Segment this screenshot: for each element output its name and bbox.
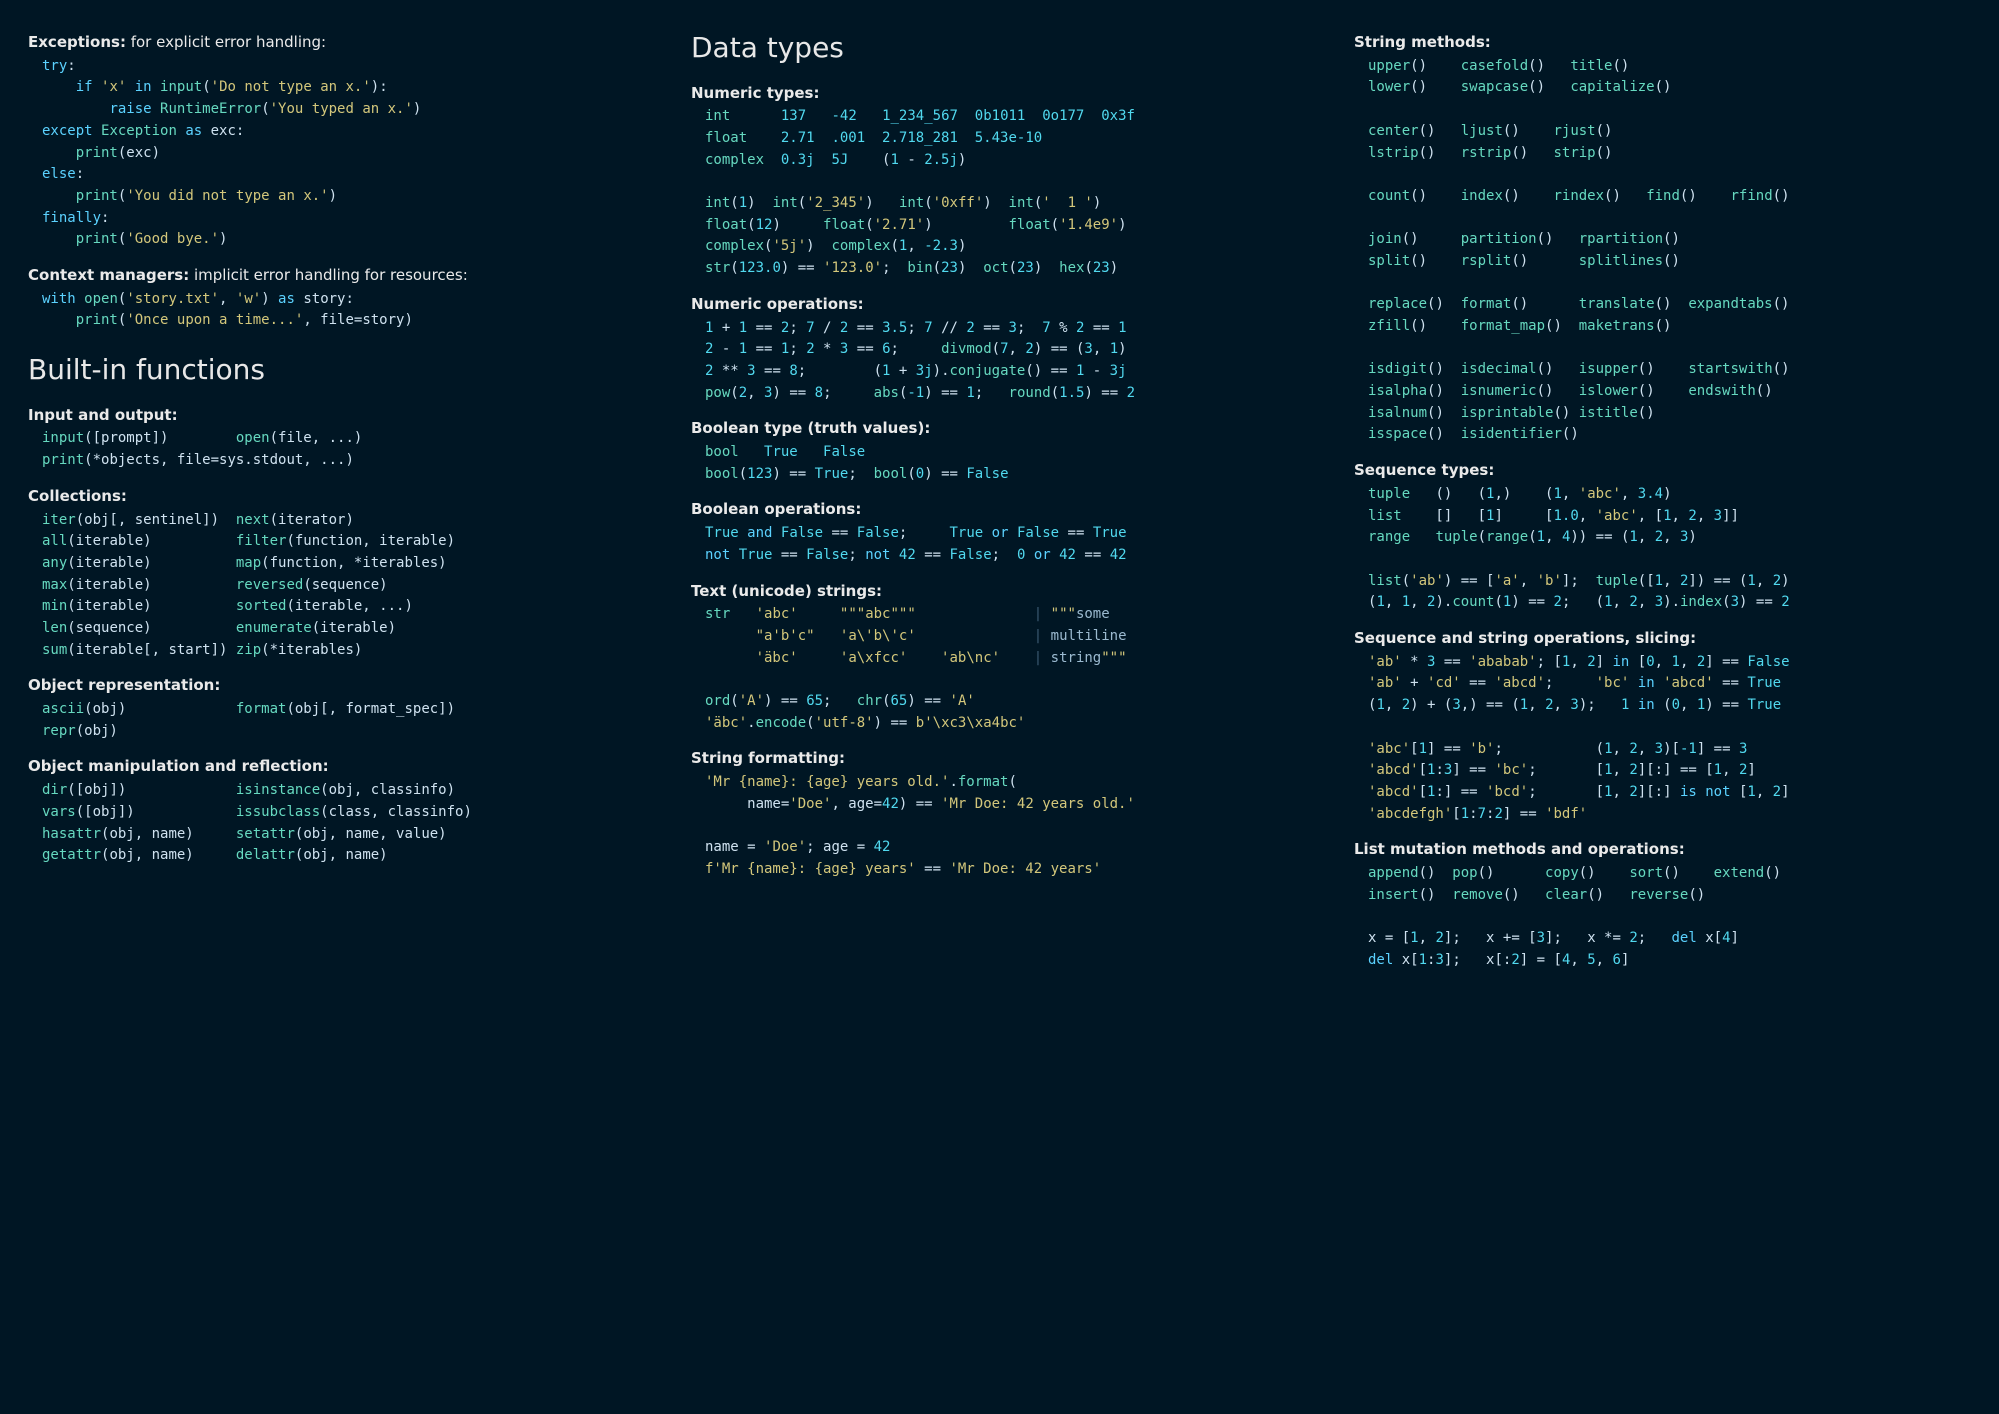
column-right: String methods: upper() casefold() title… (1354, 28, 1969, 985)
collections-heading: Collections: (28, 486, 643, 508)
column-left: Exceptions: for explicit error handling:… (28, 28, 643, 985)
cheatsheet-page: Exceptions: for explicit error handling:… (0, 0, 1999, 1045)
exceptions-code: try: if 'x' in input('Do not type an x.'… (28, 56, 643, 251)
repr-code: ascii(obj) format(obj[, format_spec]) re… (28, 699, 643, 742)
text-code: str 'abc' """abc""" | """some "a'b'c" 'a… (691, 604, 1306, 734)
section-sequence-types: Sequence types: tuple () (1,) (1, 'abc',… (1354, 460, 1969, 614)
collections-code: iter(obj[, sentinel]) next(iterator) all… (28, 510, 643, 662)
repr-heading: Object representation: (28, 675, 643, 697)
io-code: input([prompt]) open(file, ...) print(*o… (28, 428, 643, 471)
section-bool-ops: Boolean operations: True and False == Fa… (691, 499, 1306, 566)
column-middle: Data types Numeric types: int 137 -42 1_… (691, 28, 1306, 985)
section-numeric-types: Numeric types: int 137 -42 1_234_567 0b1… (691, 83, 1306, 280)
format-heading: String formatting: (691, 748, 1306, 770)
section-text-strings: Text (unicode) strings: str 'abc' """abc… (691, 581, 1306, 735)
strmethods-heading: String methods: (1354, 32, 1969, 54)
heading-builtins: Built-in functions (28, 350, 643, 391)
exceptions-heading: Exceptions: for explicit error handling: (28, 32, 643, 54)
context-heading: Context managers: implicit error handlin… (28, 265, 643, 287)
section-string-methods: String methods: upper() casefold() title… (1354, 32, 1969, 446)
numtypes-code: int 137 -42 1_234_567 0b1011 0o177 0x3f … (691, 106, 1306, 280)
numtypes-heading: Numeric types: (691, 83, 1306, 105)
section-slicing: Sequence and string operations, slicing:… (1354, 628, 1969, 825)
boolops-code: True and False == False; True or False =… (691, 523, 1306, 566)
section-collections: Collections: iter(obj[, sentinel]) next(… (28, 486, 643, 662)
mutation-code: append() pop() copy() sort() extend() in… (1354, 863, 1969, 971)
text-heading: Text (unicode) strings: (691, 581, 1306, 603)
reflection-heading: Object manipulation and reflection: (28, 756, 643, 778)
section-string-formatting: String formatting: 'Mr {name}: {age} yea… (691, 748, 1306, 880)
numops-code: 1 + 1 == 2; 7 / 2 == 3.5; 7 // 2 == 3; 7… (691, 318, 1306, 405)
section-io: Input and output: input([prompt]) open(f… (28, 405, 643, 472)
section-reflection: Object manipulation and reflection: dir(… (28, 756, 643, 867)
seqtypes-code: tuple () (1,) (1, 'abc', 3.4) list [] [1… (1354, 484, 1969, 614)
numops-heading: Numeric operations: (691, 294, 1306, 316)
section-context-managers: Context managers: implicit error handlin… (28, 265, 643, 332)
io-heading: Input and output: (28, 405, 643, 427)
mutation-heading: List mutation methods and operations: (1354, 839, 1969, 861)
bool-code: bool True False bool(123) == True; bool(… (691, 442, 1306, 485)
reflection-code: dir([obj]) isinstance(obj, classinfo) va… (28, 780, 643, 867)
context-code: with open('story.txt', 'w') as story: pr… (28, 289, 643, 332)
slicing-heading: Sequence and string operations, slicing: (1354, 628, 1969, 650)
seqtypes-heading: Sequence types: (1354, 460, 1969, 482)
format-code: 'Mr {name}: {age} years old.'.format( na… (691, 772, 1306, 880)
boolops-heading: Boolean operations: (691, 499, 1306, 521)
section-numeric-ops: Numeric operations: 1 + 1 == 2; 7 / 2 ==… (691, 294, 1306, 405)
heading-datatypes: Data types (691, 28, 1306, 69)
section-bool-type: Boolean type (truth values): bool True F… (691, 418, 1306, 485)
section-repr: Object representation: ascii(obj) format… (28, 675, 643, 742)
strmethods-code: upper() casefold() title() lower() swapc… (1354, 56, 1969, 446)
section-list-mutation: List mutation methods and operations: ap… (1354, 839, 1969, 971)
slicing-code: 'ab' * 3 == 'ababab'; [1, 2] in [0, 1, 2… (1354, 652, 1969, 826)
section-exceptions: Exceptions: for explicit error handling:… (28, 32, 643, 251)
bool-heading: Boolean type (truth values): (691, 418, 1306, 440)
